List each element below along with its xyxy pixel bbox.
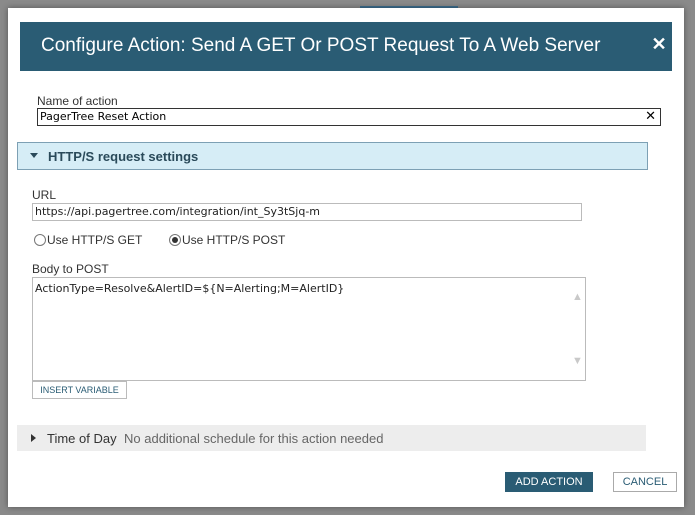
dialog-title: Configure Action: Send A GET Or POST Req… — [41, 35, 601, 56]
url-input[interactable]: https://api.pagertree.com/integration/in… — [32, 203, 582, 221]
radio-post-label: Use HTTP/S POST — [182, 233, 286, 247]
url-label: URL — [32, 188, 57, 202]
radio-get-circle[interactable] — [34, 234, 46, 246]
radio-get[interactable]: Use HTTP/S GET — [34, 233, 142, 247]
http-settings-title: HTTP/S request settings — [48, 149, 199, 164]
time-of-day-section-toggle[interactable]: Time of Day No additional schedule for t… — [17, 425, 646, 451]
insert-variable-button[interactable]: INSERT VARIABLE — [32, 381, 127, 399]
caret-right-icon — [31, 434, 36, 442]
cancel-button[interactable]: CANCEL — [613, 472, 677, 492]
radio-post[interactable]: Use HTTP/S POST — [169, 233, 285, 247]
body-value: ActionType=Resolve&AlertID=${N=Alerting;… — [35, 282, 345, 295]
body-scrollbar[interactable]: ▲ ▼ — [568, 278, 585, 380]
http-settings-section-toggle[interactable]: HTTP/S request settings — [17, 142, 648, 170]
time-of-day-description: No additional schedule for this action n… — [124, 431, 384, 446]
clear-icon[interactable]: ✕ — [645, 109, 656, 124]
caret-down-icon — [30, 153, 38, 158]
body-textarea[interactable]: ActionType=Resolve&AlertID=${N=Alerting;… — [32, 277, 586, 381]
close-icon[interactable]: ✕ — [646, 34, 672, 55]
scroll-down-icon[interactable]: ▼ — [572, 356, 583, 367]
body-label: Body to POST — [32, 262, 109, 276]
configure-action-dialog: Configure Action: Send A GET Or POST Req… — [8, 8, 684, 507]
time-of-day-title: Time of Day — [47, 431, 117, 446]
radio-post-circle[interactable] — [169, 234, 181, 246]
name-of-action-value: PagerTree Reset Action — [40, 110, 167, 123]
scroll-up-icon[interactable]: ▲ — [572, 292, 583, 303]
name-of-action-input[interactable]: PagerTree Reset Action ✕ — [37, 108, 661, 126]
add-action-button[interactable]: ADD ACTION — [505, 472, 593, 492]
name-of-action-label: Name of action — [37, 94, 118, 108]
dialog-header: Configure Action: Send A GET Or POST Req… — [20, 22, 672, 71]
url-value: https://api.pagertree.com/integration/in… — [35, 205, 321, 218]
radio-get-label: Use HTTP/S GET — [47, 233, 143, 247]
